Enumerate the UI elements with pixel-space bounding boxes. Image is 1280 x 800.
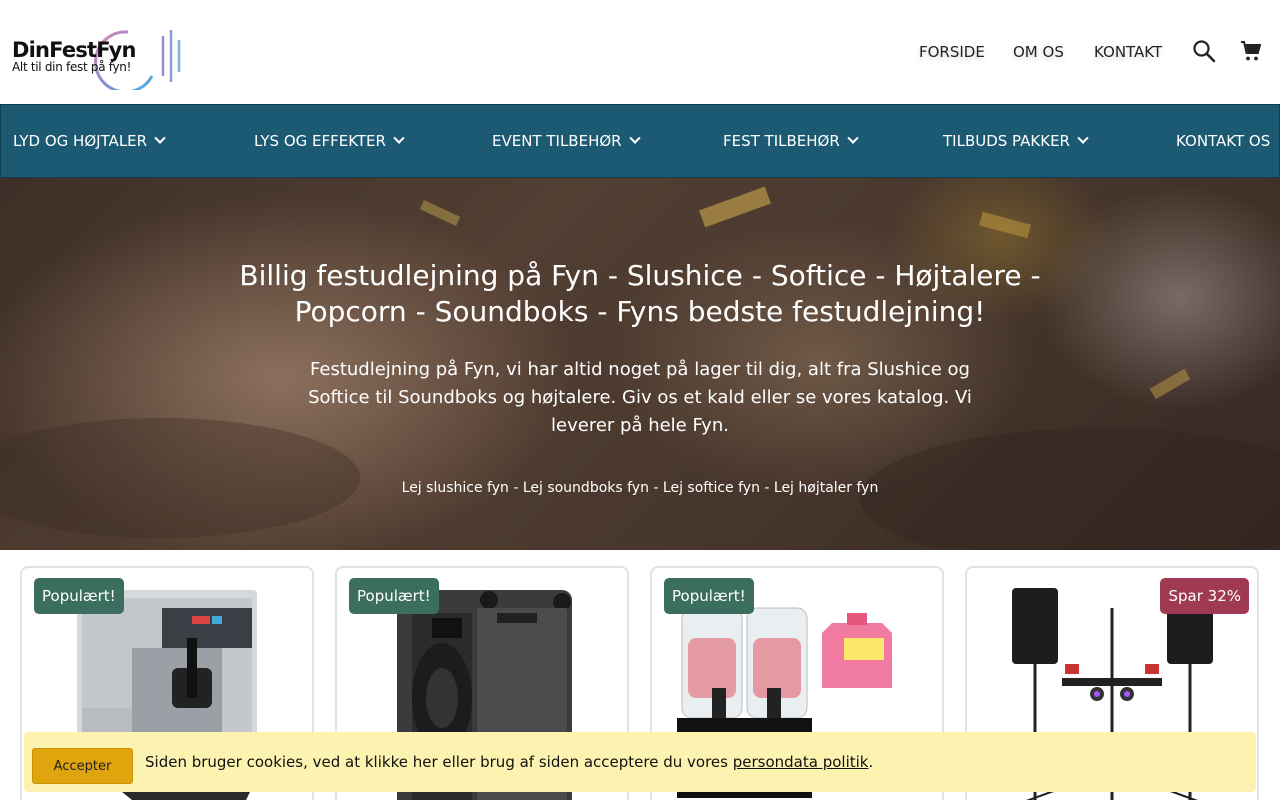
nav-item-label: LYD OG HØJTALER [13, 132, 148, 150]
nav-tilbuds-pakker[interactable]: TILBUDS PAKKER [943, 132, 1089, 150]
popular-badge: Populært! [349, 578, 439, 614]
cookie-message: Siden bruger cookies, ved at klikke her … [145, 753, 873, 771]
chevron-down-icon [1077, 132, 1089, 144]
nav-kontakt[interactable]: KONTAKT [1094, 43, 1162, 61]
main-nav: LYD OG HØJTALER LYS OG EFFEKTER EVENT TI… [0, 104, 1280, 178]
nav-fest-tilbehor[interactable]: FEST TILBEHØR [723, 132, 859, 150]
hero-title: Billig festudlejning på Fyn - Slushice -… [239, 259, 1041, 328]
hero-banner: Billig festudlejning på Fyn - Slushice -… [0, 178, 1280, 550]
privacy-policy-link[interactable]: persondata politik [733, 753, 869, 771]
search-icon[interactable] [1191, 38, 1217, 64]
nav-kontakt-os[interactable]: KONTAKT OS [1176, 132, 1270, 150]
nav-lys-og-effekter[interactable]: LYS OG EFFEKTER [254, 132, 405, 150]
hero-description: Festudlejning på Fyn, vi har altid noget… [308, 359, 972, 436]
nav-item-label: LYS OG EFFEKTER [254, 132, 386, 150]
nav-om-os[interactable]: OM OS [1013, 43, 1064, 61]
nav-event-tilbehor[interactable]: EVENT TILBEHØR [492, 132, 641, 150]
popular-badge: Populært! [34, 578, 124, 614]
chevron-down-icon [154, 132, 166, 144]
hero-links[interactable]: Lej slushice fyn - Lej soundboks fyn - L… [240, 480, 1040, 496]
nav-forside[interactable]: FORSIDE [919, 43, 985, 61]
nav-lyd-og-hojtaler[interactable]: LYD OG HØJTALER [13, 132, 166, 150]
site-logo[interactable]: DinFestFyn Alt til din fest på fyn! [10, 24, 190, 90]
chevron-down-icon [847, 132, 859, 144]
nav-item-label: EVENT TILBEHØR [492, 132, 622, 150]
nav-item-label: FEST TILBEHØR [723, 132, 840, 150]
popular-badge: Populært! [664, 578, 754, 614]
chevron-down-icon [628, 132, 641, 144]
discount-badge: Spar 32% [1160, 578, 1249, 614]
site-header: DinFestFyn Alt til din fest på fyn! FORS… [0, 0, 1280, 104]
accept-cookies-button[interactable]: Accepter [32, 748, 133, 784]
cart-icon[interactable] [1238, 38, 1264, 64]
cookie-banner: Accepter Siden bruger cookies, ved at kl… [24, 732, 1256, 792]
logo-title: DinFestFyn [12, 38, 137, 62]
logo-tagline: Alt til din fest på fyn! [12, 60, 132, 74]
nav-item-label: TILBUDS PAKKER [943, 132, 1070, 150]
nav-item-label: KONTAKT OS [1176, 132, 1271, 150]
cookie-text: Siden bruger cookies, ved at klikke her … [145, 753, 733, 771]
cookie-suffix: . [868, 753, 874, 771]
chevron-down-icon [393, 132, 405, 144]
